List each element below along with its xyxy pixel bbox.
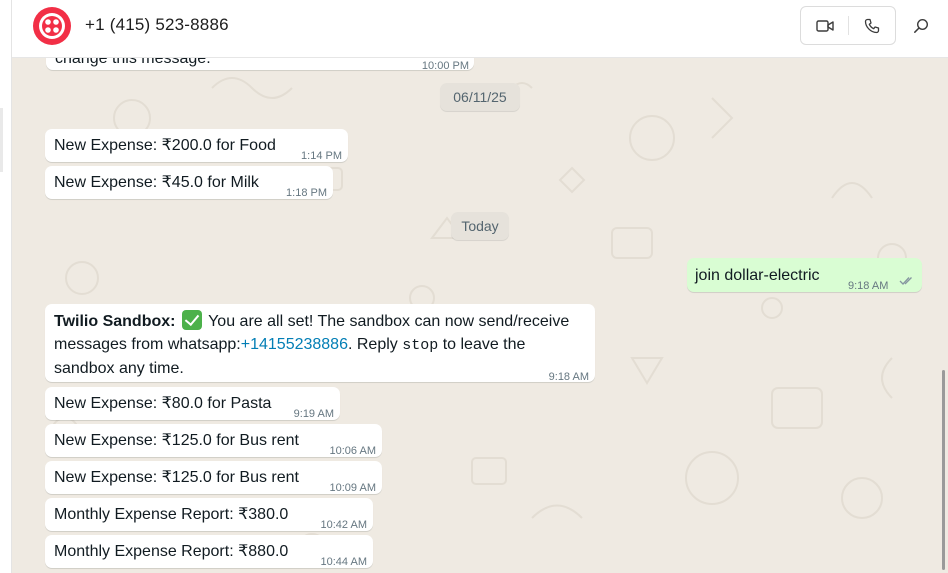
message-text: Monthly Expense Report: ₹880.0: [54, 543, 289, 560]
twilio-logo-icon[interactable]: [33, 7, 71, 45]
sender-name: Twilio Sandbox:: [54, 313, 176, 330]
read-receipt-icon: [899, 277, 912, 285]
message-time: 10:09 AM: [329, 482, 376, 494]
check-mark-emoji-icon: [181, 310, 202, 330]
chat-header: +1 (415) 523-8886: [12, 0, 948, 58]
message-time: 10:00 PM: [421, 60, 469, 72]
message-text: New Expense: ₹45.0 for Milk: [54, 174, 259, 191]
search-icon: [914, 18, 929, 33]
message-time: 10:42 AM: [320, 519, 367, 531]
chat-scrollbar[interactable]: [942, 370, 945, 570]
message-incoming[interactable]: New Expense: ₹45.0 for Milk 1:18 PM: [45, 166, 333, 199]
stop-keyword: stop: [402, 337, 439, 354]
sandbox-line-1: Twilio Sandbox: You are all set! The san…: [54, 310, 594, 333]
sandbox-text-part2: messages from whatsapp:: [54, 336, 241, 353]
video-call-button[interactable]: [801, 7, 848, 44]
message-time: 9:18 AM: [848, 280, 889, 292]
message-text: New Expense: ₹125.0 for Bus rent: [54, 469, 299, 486]
message-incoming[interactable]: Monthly Expense Report: ₹880.0 10:44 AM: [45, 535, 373, 568]
message-time: 1:14 PM: [301, 150, 342, 162]
message-text: New Expense: ₹200.0 for Food: [54, 137, 276, 154]
message-incoming[interactable]: New Expense: ₹200.0 for Food 1:14 PM: [45, 129, 348, 162]
date-separator: Today: [451, 212, 509, 240]
sandbox-message-body: Twilio Sandbox: You are all set! The san…: [54, 310, 594, 380]
message-time: 10:44 AM: [320, 556, 367, 568]
date-separator: 06/11/25: [440, 83, 520, 111]
sandbox-text-part5: sandbox any time.: [54, 360, 184, 377]
message-time: 1:18 PM: [286, 187, 327, 199]
message-time: 10:06 AM: [329, 445, 376, 457]
call-buttons-group: [800, 6, 896, 45]
sandbox-text-part3: . Reply: [347, 336, 403, 353]
message-text: change this message.: [55, 58, 211, 67]
message-text: New Expense: ₹80.0 for Pasta: [54, 395, 272, 412]
voice-call-icon: [864, 18, 879, 33]
message-text: Monthly Expense Report: ₹380.0: [54, 506, 289, 523]
sandbox-text-part4: to leave the: [438, 336, 526, 353]
message-time: 9:19 AM: [293, 408, 334, 420]
message-incoming[interactable]: New Expense: ₹125.0 for Bus rent 10:09 A…: [45, 461, 382, 494]
contact-name[interactable]: +1 (415) 523-8886: [85, 15, 229, 35]
message-incoming[interactable]: Monthly Expense Report: ₹380.0 10:42 AM: [45, 498, 373, 531]
sandbox-line-3: sandbox any time.: [54, 357, 594, 380]
message-text: join dollar-electric: [695, 267, 820, 284]
phone-number-link[interactable]: +14155238886: [241, 336, 348, 353]
voice-call-button[interactable]: [848, 7, 895, 44]
search-button[interactable]: [910, 15, 932, 37]
chat-message-area[interactable]: change this message. 10:00 PM 06/11/25 N…: [12, 58, 948, 573]
video-call-icon: [815, 19, 834, 32]
message-outgoing[interactable]: join dollar-electric 9:18 AM: [687, 258, 922, 292]
message-incoming-sandbox[interactable]: Twilio Sandbox: You are all set! The san…: [45, 304, 595, 383]
message-partial-previous[interactable]: change this message. 10:00 PM: [46, 58, 474, 72]
message-time: 9:18 AM: [548, 371, 589, 383]
message-incoming[interactable]: New Expense: ₹125.0 for Bus rent 10:06 A…: [45, 424, 382, 457]
sidebar-marker: [0, 108, 3, 172]
message-incoming[interactable]: New Expense: ₹80.0 for Pasta 9:19 AM: [45, 387, 340, 420]
sandbox-text-part1: You are all set! The sandbox can now sen…: [203, 313, 570, 330]
app-sidebar-edge: [0, 0, 12, 573]
message-text: New Expense: ₹125.0 for Bus rent: [54, 432, 299, 449]
sandbox-line-2: messages from whatsapp:+14155238886. Rep…: [54, 333, 594, 357]
